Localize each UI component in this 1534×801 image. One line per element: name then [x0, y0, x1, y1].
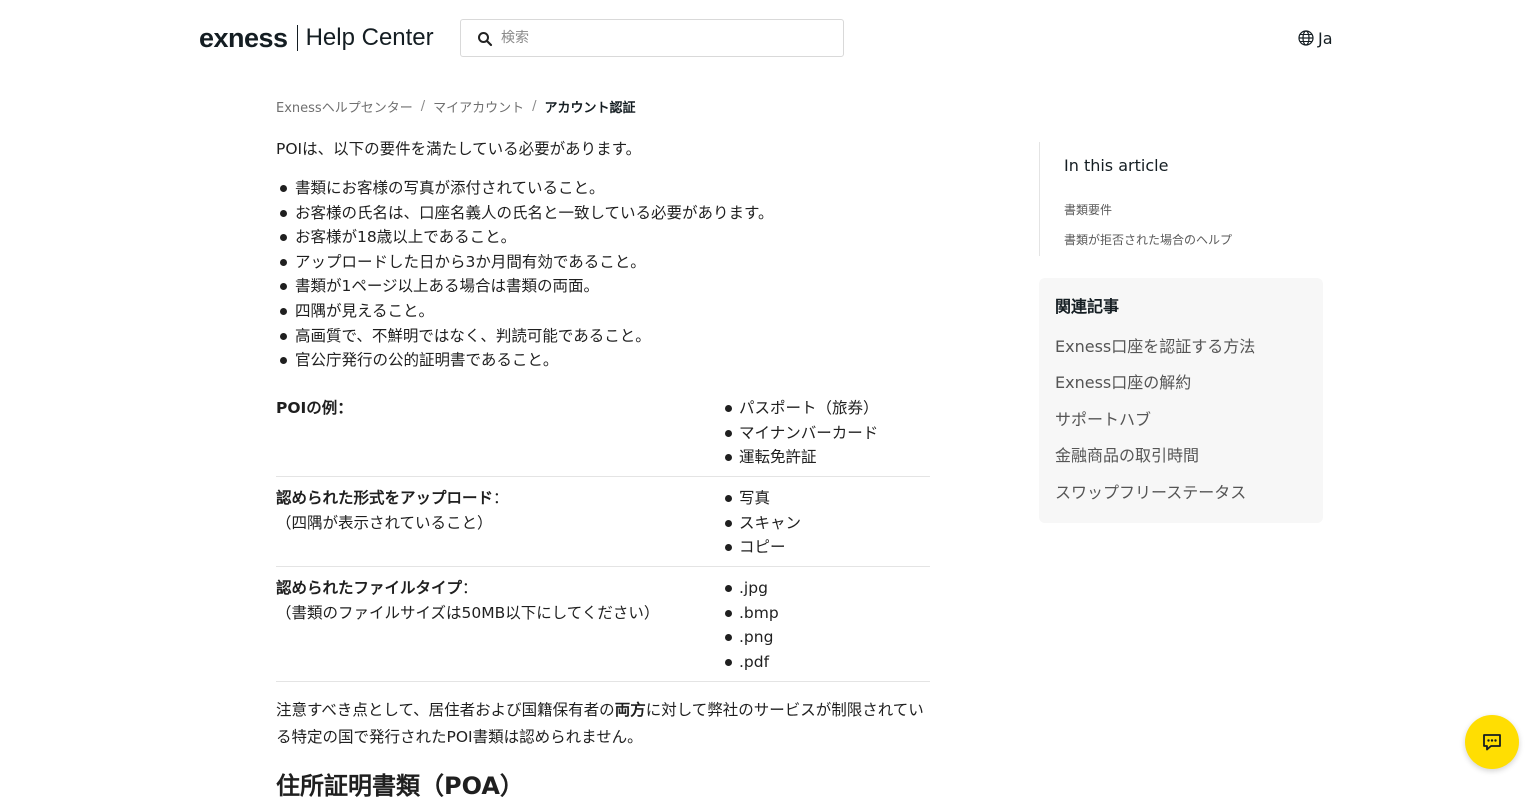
list-item: 書類にお客様の写真が添付されていること。 [276, 176, 930, 201]
language-selector[interactable]: Ja [1298, 27, 1333, 49]
toc-link-document-requirements[interactable]: 書類要件 [1064, 201, 1112, 218]
related-articles: 関連記事 Exness口座を認証する方法 Exness口座の解約 サポートハブ … [1039, 278, 1323, 523]
related-title: 関連記事 [1055, 297, 1120, 316]
restriction-note: 注意すべき点として、居住者および国籍保有者の両方に対して弊社のサービスが制限され… [276, 697, 930, 751]
table-row-label: 認められたファイルタイプ： （書類のファイルサイズは50MB以下にしてください） [276, 576, 716, 625]
chat-icon [1483, 734, 1501, 751]
article-intro: POIは、以下の要件を満たしている必要があります。 [276, 140, 642, 158]
related-link-verify-account[interactable]: Exness口座を認証する方法 [1055, 333, 1255, 357]
list-item: 四隅が見えること。 [276, 299, 930, 324]
list-item: .bmp [720, 601, 779, 626]
globe-icon [1298, 30, 1314, 46]
list-item: .pdf [720, 650, 779, 675]
table-row: 認められたファイルタイプ： （書類のファイルサイズは50MB以下にしてください）… [276, 567, 930, 682]
note-text: 注意すべき点として、居住者および国籍保有者の [276, 701, 615, 719]
poi-table: POIの例： パスポート（旅券） マイナンバーカード 運転免許証 認められた形式… [276, 395, 930, 682]
table-row: POIの例： パスポート（旅券） マイナンバーカード 運転免許証 [276, 395, 930, 477]
breadcrumb-separator: / [420, 99, 426, 114]
toc-title: In this article [1064, 156, 1169, 175]
table-row: 認められた形式をアップロード： （四隅が表示されていること） 写真 スキャン コ… [276, 477, 930, 567]
site-logo[interactable]: exness Help Center [199, 22, 434, 54]
requirements-list: 書類にお客様の写真が添付されていること。 お客様の氏名は、口座名義人の氏名と一致… [276, 176, 930, 373]
search-icon [478, 32, 493, 47]
list-item: コピー [720, 535, 801, 560]
list-item: 高画質で、不鮮明ではなく、判読可能であること。 [276, 324, 930, 349]
search-input[interactable] [499, 26, 829, 50]
language-label: Ja [1318, 28, 1333, 48]
table-of-contents: In this article 書類要件 書類が拒否された場合のヘルプ [1039, 142, 1329, 256]
list-item: 官公庁発行の公的証明書であること。 [276, 348, 930, 373]
row-label-bold: 認められた形式をアップロード [276, 489, 494, 507]
list-item: マイナンバーカード [720, 421, 879, 446]
list-item: 運転免許証 [720, 445, 879, 470]
list-item: スキャン [720, 511, 801, 536]
table-row-label: 認められた形式をアップロード： （四隅が表示されていること） [276, 486, 716, 535]
row-label-bold: POIの例： [276, 399, 353, 417]
breadcrumb-my-account[interactable]: マイアカウント [433, 97, 524, 116]
breadcrumb-account-verification[interactable]: アカウント認証 [545, 97, 636, 116]
list-item: パスポート（旅券） [720, 396, 879, 421]
row-label-colon: ： [462, 579, 478, 597]
logo-subtitle: Help Center [305, 24, 434, 51]
table-row-items: 写真 スキャン コピー [720, 486, 801, 560]
list-item: 書類が1ページ以上ある場合は書類の両面。 [276, 274, 930, 299]
related-link-close-account[interactable]: Exness口座の解約 [1055, 369, 1191, 393]
breadcrumb: Exnessヘルプセンター / マイアカウント / アカウント認証 [276, 97, 636, 116]
breadcrumb-separator: / [532, 99, 537, 114]
breadcrumb-home[interactable]: Exnessヘルプセンター [276, 97, 413, 116]
logo-divider [296, 25, 298, 51]
list-item: .jpg [720, 576, 779, 601]
search-box[interactable] [460, 19, 844, 57]
list-item: .png [720, 625, 779, 650]
site-header: exness Help Center Ja [0, 0, 1534, 76]
row-label-colon: ： [493, 489, 509, 507]
related-link-support-hub[interactable]: サポートハブ [1055, 406, 1151, 430]
row-label-note: （四隅が表示されていること） [276, 513, 493, 532]
row-label-note: （書類のファイルサイズは50MB以下にしてください） [276, 603, 660, 622]
toc-link-rejected-help[interactable]: 書類が拒否された場合のヘルプ [1064, 231, 1232, 248]
related-link-swap-free[interactable]: スワップフリーステータス [1055, 479, 1246, 503]
article-body: POIは、以下の要件を満たしている必要があります。 書類にお客様の写真が添付され… [276, 136, 930, 800]
list-item: お客様が18歳以上であること。 [276, 225, 930, 250]
list-item: お客様の氏名は、口座名義人の氏名と一致している必要があります。 [276, 201, 930, 226]
note-emphasis: 両方 [614, 701, 646, 719]
chat-button[interactable] [1465, 715, 1519, 769]
table-row-items: .jpg .bmp .png .pdf [720, 576, 779, 674]
list-item: 写真 [720, 486, 801, 511]
table-row-items: パスポート（旅券） マイナンバーカード 運転免許証 [720, 396, 879, 470]
table-row-label: POIの例： [276, 396, 716, 421]
list-item: アップロードした日から3か月間有効であること。 [276, 250, 930, 275]
related-link-trading-hours[interactable]: 金融商品の取引時間 [1055, 442, 1199, 466]
row-label-bold: 認められたファイルタイプ [276, 579, 463, 597]
logo-brand: exness [199, 22, 288, 53]
